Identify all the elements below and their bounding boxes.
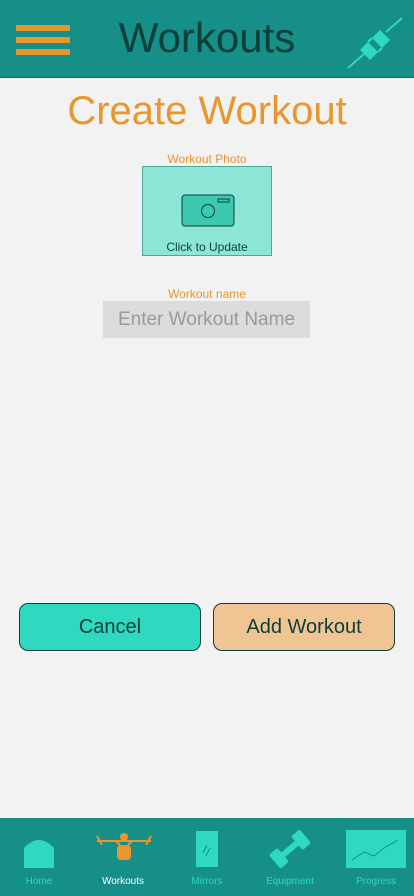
home-icon: [24, 840, 54, 868]
tab-home[interactable]: Home: [14, 818, 64, 896]
tab-label-home: Home: [25, 876, 53, 887]
tab-label-mirrors: Mirrors: [191, 876, 223, 887]
workout-name-input[interactable]: [103, 301, 310, 338]
chart-icon: [346, 830, 406, 868]
camera-icon: [181, 194, 235, 227]
app-header: Workouts: [0, 0, 414, 78]
cancel-button[interactable]: Cancel: [19, 603, 201, 651]
mirror-icon: [195, 830, 219, 868]
page-title: Create Workout: [67, 89, 347, 133]
tab-label-workouts: Workouts: [101, 876, 145, 887]
tab-mirrors[interactable]: Mirrors: [182, 818, 232, 896]
workout-name-label: Workout name: [168, 287, 246, 301]
photo-caption: Click to Update: [166, 240, 248, 254]
weightlifter-icon: [96, 833, 152, 860]
workout-photo-label: Workout Photo: [167, 152, 247, 166]
tab-workouts[interactable]: Workouts: [92, 818, 154, 896]
workout-photo-picker[interactable]: Click to Update: [142, 166, 272, 256]
add-workout-button[interactable]: Add Workout: [213, 603, 395, 651]
tab-label-progress: Progress: [355, 876, 396, 887]
plug-icon[interactable]: [346, 16, 404, 70]
bottom-tab-bar: Home Workouts Mirrors Equipment Progress: [0, 818, 414, 896]
tab-progress[interactable]: Progress: [344, 818, 408, 896]
tab-equipment[interactable]: Equipment: [260, 818, 320, 896]
tab-label-equipment: Equipment: [266, 876, 314, 887]
dumbbell-icon: [269, 830, 311, 868]
